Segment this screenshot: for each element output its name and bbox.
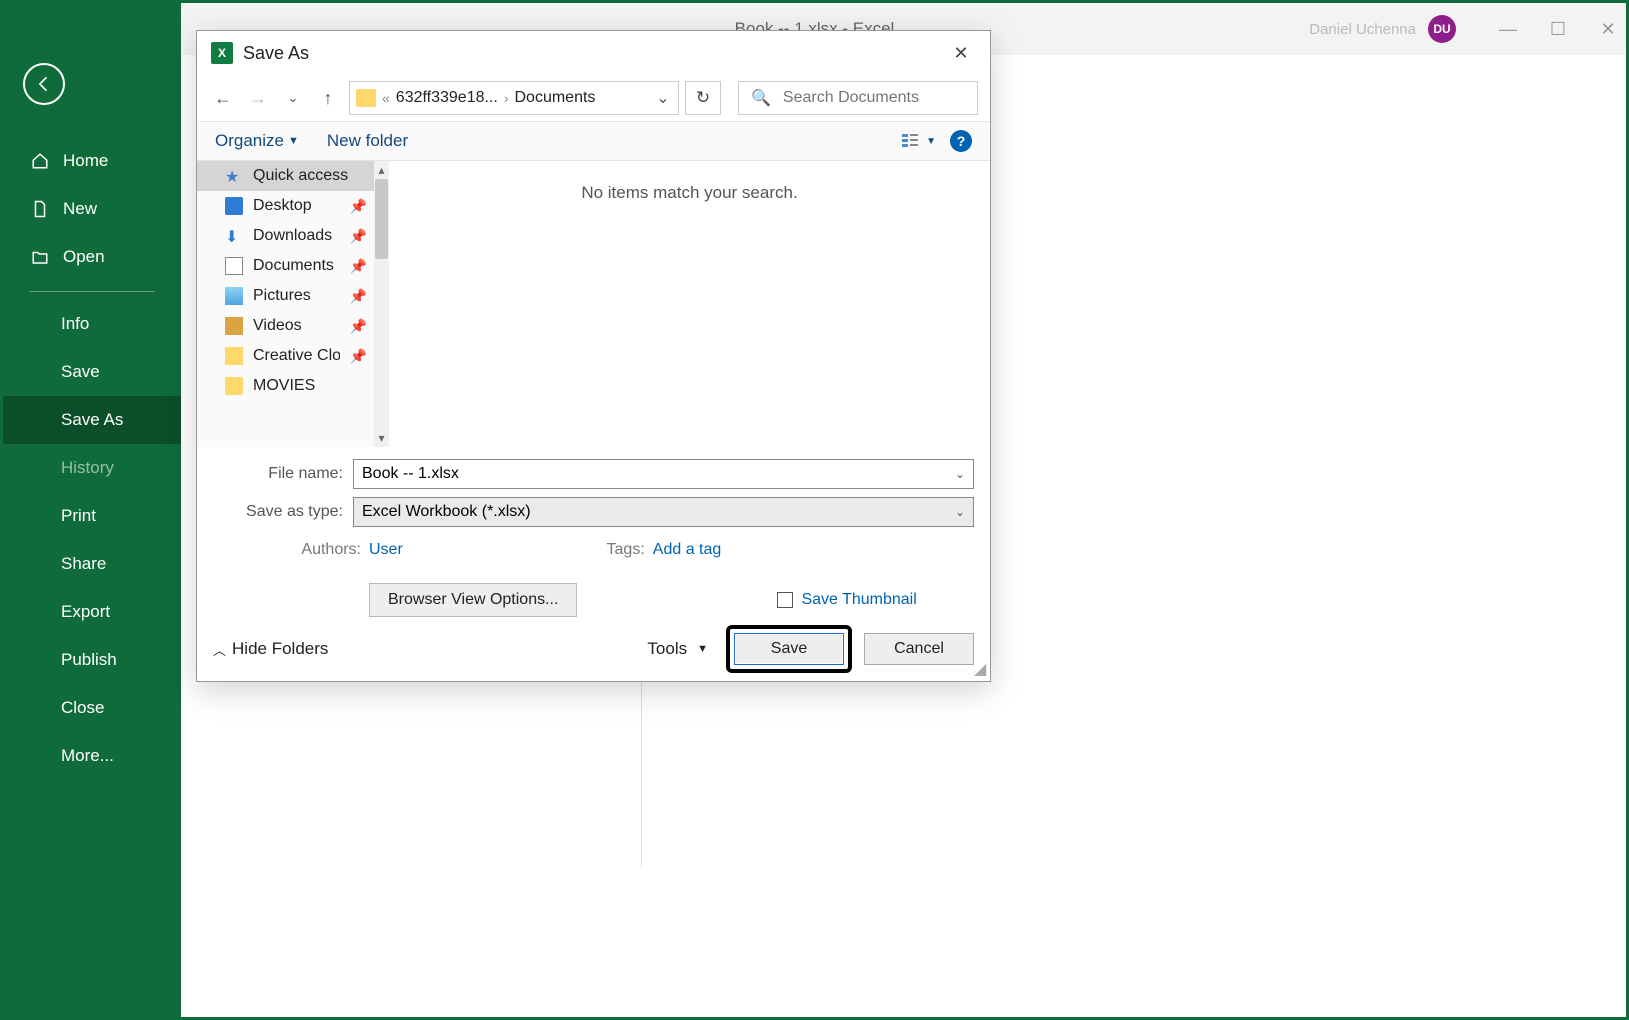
sidebar-item-history[interactable]: History xyxy=(3,444,181,492)
authors-label: Authors: xyxy=(289,541,369,559)
home-icon xyxy=(31,152,49,170)
chevron-down-icon[interactable]: ⌄ xyxy=(955,505,965,519)
tags-value[interactable]: Add a tag xyxy=(653,541,722,559)
sidebar-item-saveas[interactable]: Save As xyxy=(3,396,181,444)
nav-up-button[interactable]: ↑ xyxy=(314,82,342,114)
sidebar-item-close[interactable]: Close xyxy=(3,684,181,732)
chevron-right-icon: › xyxy=(504,90,509,106)
creative-cloud-icon xyxy=(225,347,243,365)
videos-icon xyxy=(225,317,243,335)
scroll-down-icon[interactable]: ▾ xyxy=(374,429,389,447)
tree-item-desktop[interactable]: Desktop📌 xyxy=(197,191,389,221)
nav-back-button[interactable]: ← xyxy=(209,82,237,114)
sidebar-item-open[interactable]: Open xyxy=(3,233,181,281)
sidebar-label: New xyxy=(63,199,97,219)
navigation-tree: ★ Quick access Desktop📌 ⬇ Downloads📌 Doc… xyxy=(197,161,389,447)
file-icon xyxy=(31,200,49,218)
sidebar-item-export[interactable]: Export xyxy=(3,588,181,636)
pin-icon: 📌 xyxy=(350,198,367,215)
avatar[interactable]: DU xyxy=(1428,15,1456,43)
folder-icon xyxy=(225,377,243,395)
pin-icon: 📌 xyxy=(350,258,367,275)
address-dropdown[interactable]: ⌄ xyxy=(654,88,672,108)
tree-item-documents[interactable]: Documents📌 xyxy=(197,251,389,281)
save-as-type-dropdown[interactable]: Excel Workbook (*.xlsx)⌄ xyxy=(353,497,974,527)
save-as-dialog: X Save As ✕ ← → ⌄ ↑ « 632ff339e18... › D… xyxy=(196,30,991,682)
user-name: Daniel Uchenna xyxy=(1309,21,1416,38)
maximize-button[interactable]: ☐ xyxy=(1548,19,1568,39)
save-thumbnail-checkbox[interactable] xyxy=(777,592,793,608)
scroll-thumb[interactable] xyxy=(375,179,388,259)
excel-icon: X xyxy=(211,42,233,64)
chevron-left-icon: « xyxy=(382,90,390,106)
resize-grip[interactable]: ◢ xyxy=(974,665,988,679)
tools-dropdown[interactable]: Tools ▼ xyxy=(647,639,708,659)
scroll-up-icon[interactable]: ▴ xyxy=(374,161,389,179)
file-list-pane: No items match your search. xyxy=(389,161,990,447)
browser-view-options-button[interactable]: Browser View Options... xyxy=(369,583,577,617)
chevron-up-icon: ︿ xyxy=(213,640,226,659)
dialog-close-button[interactable]: ✕ xyxy=(946,38,976,68)
download-icon: ⬇ xyxy=(225,227,243,245)
filename-input[interactable]: Book -- 1.xlsx⌄ xyxy=(353,459,974,489)
pin-icon: 📌 xyxy=(350,318,367,335)
search-box[interactable]: 🔍 xyxy=(738,81,978,115)
tree-item-movies[interactable]: MOVIES xyxy=(197,371,389,401)
folder-open-icon xyxy=(31,248,49,266)
nav-forward-button[interactable]: → xyxy=(244,82,272,114)
star-icon: ★ xyxy=(225,167,243,185)
empty-message: No items match your search. xyxy=(581,183,797,203)
tree-item-creative-cloud[interactable]: Creative Cloud📌 xyxy=(197,341,389,371)
back-button[interactable] xyxy=(23,63,65,105)
cancel-button[interactable]: Cancel xyxy=(864,633,974,665)
nav-recent-dropdown[interactable]: ⌄ xyxy=(279,82,307,114)
help-button[interactable]: ? xyxy=(950,130,972,152)
sidebar-item-share[interactable]: Share xyxy=(3,540,181,588)
sidebar-item-info[interactable]: Info xyxy=(3,300,181,348)
new-folder-button[interactable]: New folder xyxy=(327,131,408,151)
hide-folders-toggle[interactable]: ︿ Hide Folders xyxy=(213,639,328,659)
view-options-button[interactable] xyxy=(896,127,924,155)
pin-icon: 📌 xyxy=(350,228,367,245)
search-icon: 🔍 xyxy=(751,88,771,108)
address-bar[interactable]: « 632ff339e18... › Documents ⌄ xyxy=(349,81,679,115)
minimize-button[interactable]: — xyxy=(1498,19,1518,39)
breadcrumb-segment[interactable]: 632ff339e18... xyxy=(396,89,498,107)
sidebar-item-save[interactable]: Save xyxy=(3,348,181,396)
pin-icon: 📌 xyxy=(350,348,367,365)
sidebar-item-home[interactable]: Home xyxy=(3,137,181,185)
pin-icon: 📌 xyxy=(350,288,367,305)
chevron-down-icon[interactable]: ⌄ xyxy=(955,467,965,481)
sidebar-label: Open xyxy=(63,247,105,267)
refresh-button[interactable]: ↻ xyxy=(685,81,721,115)
sidebar-item-print[interactable]: Print xyxy=(3,492,181,540)
tree-item-pictures[interactable]: Pictures📌 xyxy=(197,281,389,311)
organize-dropdown[interactable]: Organize▼ xyxy=(215,131,299,151)
search-input[interactable] xyxy=(783,89,965,107)
sidebar-label: Home xyxy=(63,151,108,171)
tree-item-videos[interactable]: Videos📌 xyxy=(197,311,389,341)
tree-item-quick-access[interactable]: ★ Quick access xyxy=(197,161,389,191)
pictures-icon xyxy=(225,287,243,305)
dialog-title: Save As xyxy=(243,43,309,64)
sidebar-item-new[interactable]: New xyxy=(3,185,181,233)
filename-label: File name: xyxy=(213,465,353,483)
folder-icon xyxy=(356,89,376,107)
backstage-sidebar: Home New Open Info Save Save As History … xyxy=(3,3,181,1017)
close-window-button[interactable]: ✕ xyxy=(1598,19,1618,39)
tree-item-downloads[interactable]: ⬇ Downloads📌 xyxy=(197,221,389,251)
sidebar-item-more[interactable]: More... xyxy=(3,732,181,780)
breadcrumb-segment[interactable]: Documents xyxy=(515,89,596,107)
type-label: Save as type: xyxy=(213,503,353,521)
caret-down-icon: ▼ xyxy=(697,643,708,655)
authors-value[interactable]: User xyxy=(369,541,403,559)
save-button[interactable]: Save xyxy=(734,633,844,665)
tree-scrollbar[interactable]: ▴ ▾ xyxy=(374,161,389,447)
view-dropdown-caret[interactable]: ▼ xyxy=(926,136,936,147)
tags-label: Tags: xyxy=(603,541,653,559)
document-icon xyxy=(225,257,243,275)
desktop-icon xyxy=(225,197,243,215)
save-thumbnail-label[interactable]: Save Thumbnail xyxy=(801,591,916,609)
sidebar-item-publish[interactable]: Publish xyxy=(3,636,181,684)
